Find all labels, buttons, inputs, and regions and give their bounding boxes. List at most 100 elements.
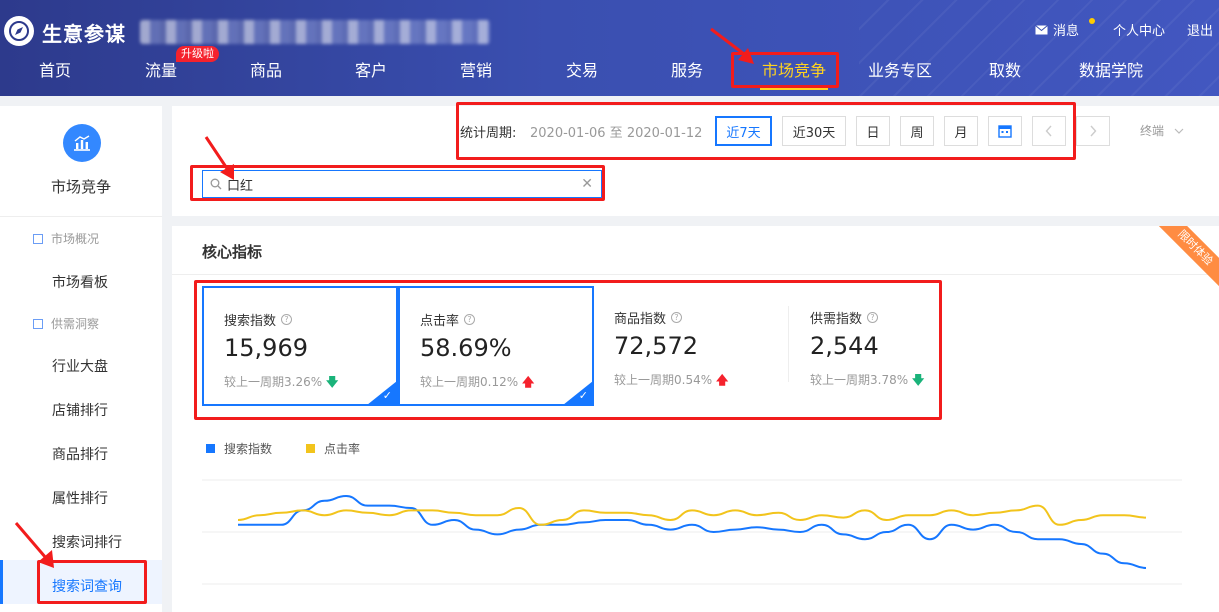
prev-period-button[interactable] [1032, 116, 1066, 146]
metric-value: 2,544 [810, 332, 879, 360]
terminal-select[interactable]: 终端 [1140, 122, 1184, 139]
top-header: 生意参谋 消息 个人中心 退出 首页 流量 升级啦 商品 客户 营销 交易 服务… [0, 0, 1219, 96]
series-line-1[interactable] [237, 504, 1147, 526]
metric-card-ctr[interactable]: 点击率? 58.69% 较上一周期0.12% 🡅 ✓ [398, 286, 594, 406]
terminal-label: 终端 [1140, 124, 1165, 138]
arrow-up-icon: 🡅 [715, 373, 729, 387]
nav-item-home[interactable]: 首页 [38, 60, 72, 90]
period-month-button[interactable]: 月 [944, 116, 978, 146]
metric-name: 商品指数? [614, 308, 683, 327]
metric-card-product-index[interactable]: 商品指数? 72,572 较上一周期0.54% 🡅 [594, 286, 790, 406]
sidebar-group-supply: 供需洞察 [33, 315, 99, 332]
keyword-search-input[interactable] [227, 175, 577, 193]
legend-label-search[interactable]: 搜索指数 [224, 440, 272, 457]
nav-item-market[interactable]: 市场竞争 [760, 60, 828, 90]
next-period-button[interactable] [1076, 116, 1110, 146]
top-right-links: 消息 个人中心 退出 [1035, 18, 1213, 39]
chevron-right-icon [1090, 125, 1097, 137]
legend-swatch-search [206, 444, 215, 453]
sidebar-group-overview: 市场概况 [33, 230, 99, 247]
period-30days-button[interactable]: 近30天 [782, 116, 846, 146]
period-week-button[interactable]: 周 [900, 116, 934, 146]
metric-compare: 较上一周期3.26% 🡇 [224, 375, 339, 389]
building-icon [33, 233, 43, 244]
nav-item-marketing[interactable]: 营销 [459, 60, 493, 90]
metric-divider [788, 306, 789, 382]
nav-item-trade[interactable]: 交易 [565, 60, 599, 90]
legend-label-ctr[interactable]: 点击率 [324, 440, 360, 457]
core-metrics-card: 核心指标 限时体验 搜索指数? 15,969 较上一周期3.26% 🡇 ✓ 点击… [172, 226, 1219, 612]
arrow-down-icon: 🡇 [911, 373, 925, 387]
sidebar-group-overview-label: 市场概况 [51, 232, 100, 246]
trend-chart[interactable] [172, 462, 1219, 612]
chevron-left-icon [1045, 125, 1052, 137]
main-nav: 首页 流量 升级啦 商品 客户 营销 交易 服务 市场竞争 业务专区 取数 数据… [0, 46, 1219, 96]
check-icon: ✓ [578, 389, 588, 402]
sidebar-group-supply-label: 供需洞察 [51, 317, 100, 331]
metric-compare: 较上一周期3.78% 🡇 [810, 373, 925, 387]
chevron-down-icon [1174, 128, 1184, 134]
nav-item-customers[interactable]: 客户 [354, 60, 388, 90]
period-7days-button[interactable]: 近7天 [715, 116, 772, 146]
metric-name: 供需指数? [810, 308, 879, 327]
logout-link[interactable]: 退出 [1187, 20, 1213, 39]
help-icon[interactable]: ? [671, 312, 683, 323]
legend-swatch-ctr [306, 444, 316, 453]
compass-logo-icon[interactable] [4, 16, 34, 46]
messages-link[interactable]: 消息 [1035, 18, 1095, 39]
sidebar-divider [0, 216, 162, 217]
arrow-up-icon: 🡅 [521, 375, 535, 389]
trial-ribbon: 限时体验 [1155, 226, 1219, 290]
calendar-button[interactable] [988, 116, 1022, 146]
nav-item-business[interactable]: 业务专区 [866, 60, 934, 90]
nav-item-data-fetch[interactable]: 取数 [988, 60, 1022, 90]
period-day-button[interactable]: 日 [856, 116, 890, 146]
ribbon-wrap: 限时体验 [1155, 226, 1219, 290]
keyword-search-box[interactable]: ✕ [202, 170, 602, 198]
search-icon [210, 178, 222, 190]
personal-center-link[interactable]: 个人中心 [1113, 20, 1165, 39]
sidebar-active-indicator [0, 560, 3, 604]
nav-item-products[interactable]: 商品 [249, 60, 283, 90]
sidebar-item-product-rank[interactable]: 商品排行 [52, 444, 108, 464]
period-range: 2020-01-06 至 2020-01-12 [530, 126, 703, 141]
metric-value: 15,969 [224, 334, 308, 362]
sidebar-item-market-board[interactable]: 市场看板 [52, 272, 108, 292]
upgrade-badge: 升级啦 [176, 46, 219, 62]
metric-name: 搜索指数? [224, 310, 293, 329]
core-metrics-title: 核心指标 [202, 243, 263, 261]
nav-item-service[interactable]: 服务 [670, 60, 704, 90]
nav-item-traffic[interactable]: 流量 [144, 60, 178, 90]
sidebar-item-shop-rank[interactable]: 店铺排行 [52, 400, 108, 420]
sidebar-item-attr-rank[interactable]: 属性排行 [52, 488, 108, 508]
nav-item-academy[interactable]: 数据学院 [1077, 60, 1145, 90]
clear-icon[interactable]: ✕ [581, 176, 593, 192]
arrow-down-icon: 🡇 [325, 375, 339, 389]
period-label: 统计周期: [460, 126, 517, 141]
metric-value: 72,572 [614, 332, 698, 360]
blurred-shop-name [140, 20, 490, 44]
metric-compare: 较上一周期0.54% 🡅 [614, 373, 729, 387]
metric-compare: 较上一周期0.12% 🡅 [420, 375, 535, 389]
messages-label: 消息 [1052, 24, 1079, 39]
mail-icon [1035, 24, 1048, 34]
core-divider [172, 274, 1219, 275]
help-icon[interactable]: ? [867, 312, 879, 323]
help-icon[interactable]: ? [464, 314, 476, 325]
unread-dot [1088, 18, 1095, 24]
left-sidebar: 市场竞争 市场概况 市场看板 供需洞察 行业大盘 店铺排行 商品排行 属性排行 … [0, 106, 162, 612]
brand-title[interactable]: 生意参谋 [42, 18, 126, 47]
metric-card-supply-index[interactable]: 供需指数? 2,544 较上一周期3.78% 🡇 [790, 286, 986, 406]
sidebar-item-keyword-rank[interactable]: 搜索词排行 [52, 532, 122, 552]
chart-bar-icon [63, 124, 101, 162]
metric-value: 58.69% [420, 334, 512, 362]
help-icon[interactable]: ? [281, 314, 293, 325]
sidebar-item-industry[interactable]: 行业大盘 [52, 356, 108, 376]
building-icon [33, 318, 43, 329]
metric-card-search-index[interactable]: 搜索指数? 15,969 较上一周期3.26% 🡇 ✓ [202, 286, 398, 406]
metric-name: 点击率? [420, 310, 476, 329]
filter-card: 统计周期: 2020-01-06 至 2020-01-12 近7天 近30天 日… [172, 106, 1219, 216]
sidebar-item-keyword-query[interactable]: 搜索词查询 [52, 576, 122, 596]
chart-legend: 搜索指数 点击率 [206, 440, 360, 457]
calendar-icon [998, 125, 1012, 138]
